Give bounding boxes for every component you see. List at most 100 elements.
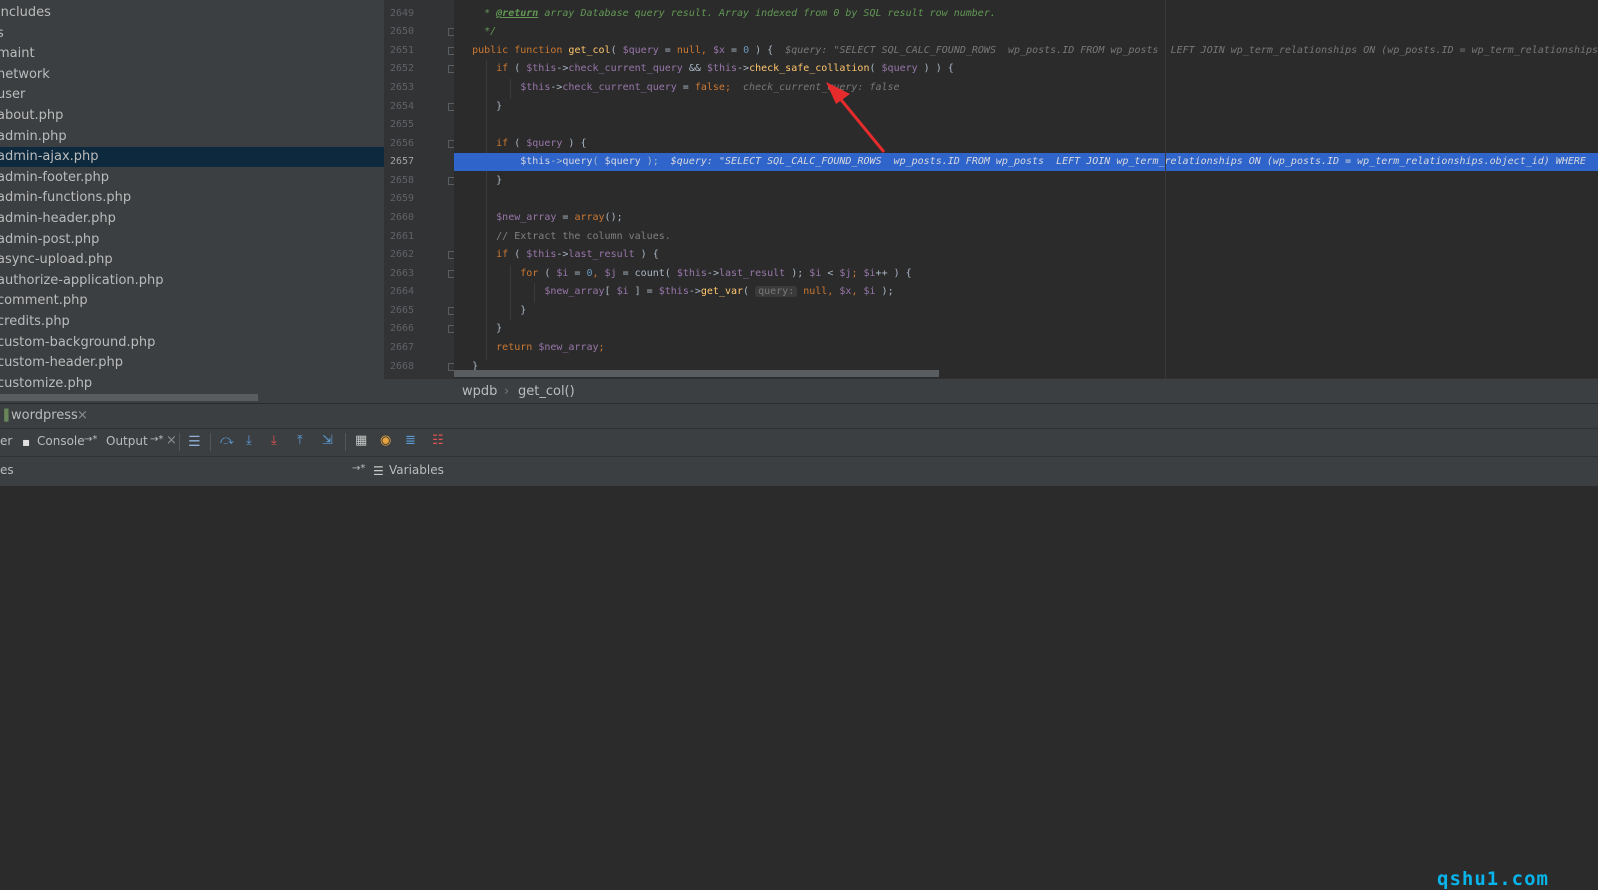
semicolon: ; — [598, 342, 605, 353]
line-number: 2654 — [390, 101, 415, 112]
paren: ) { — [562, 138, 587, 149]
paren: ( — [610, 45, 623, 56]
toolbar-divider — [345, 433, 346, 451]
show-execution-point-icon[interactable]: ☰ — [188, 434, 201, 450]
tab-output[interactable]: Output — [106, 434, 148, 448]
code-line-2650: */ — [454, 23, 1598, 41]
right-margin-guide — [1165, 0, 1166, 378]
line-number: 2659 — [390, 193, 415, 204]
variable-new-array: $new_array — [544, 286, 605, 297]
tree-item-admin-footer[interactable]: admin-footer.php — [0, 168, 384, 188]
tree-item-s[interactable]: s — [0, 24, 384, 44]
keyword-if: if — [496, 63, 509, 74]
code-line-2657-execution-point: $this->query( $query ); $query: "SELECT … — [454, 153, 1598, 171]
variable-x: $x — [839, 286, 852, 297]
breadcrumb: wpdb › get_col() — [384, 378, 1598, 404]
watch-icon[interactable]: ◉ — [380, 433, 391, 449]
tree-item-admin-functions[interactable]: admin-functions.php — [0, 188, 384, 208]
pin-tab-icon[interactable]: →* — [150, 434, 163, 445]
tree-item-label: comment.php — [0, 293, 88, 308]
tree-item-about[interactable]: about.php — [0, 106, 384, 126]
variable-this: $this — [658, 286, 689, 297]
code-line-2652: if ( $this->check_current_query && $this… — [454, 60, 1598, 78]
inline-debug-value: "SELECT SQL_CALC_FOUND_ROWS wp_posts.ID … — [833, 45, 1598, 56]
step-into-icon[interactable]: ⤓ — [246, 433, 252, 449]
tree-item-admin-header[interactable]: admin-header.php — [0, 209, 384, 229]
tab-debugger[interactable]: er — [0, 434, 12, 448]
debug-tool-window-header: ▐ wordpress × — [0, 403, 1598, 429]
code-line-2651: public function get_col( $query = null, … — [454, 42, 1598, 60]
tree-item-async-upload[interactable]: async-upload.php — [0, 250, 384, 270]
pin-panel-icon[interactable]: →* — [352, 463, 365, 474]
add-watch-icon[interactable]: ☷ — [432, 433, 444, 449]
arrow-op: -> — [737, 63, 750, 74]
variable-i: $i — [863, 268, 876, 279]
variable-this: $this — [520, 156, 551, 167]
close-tab-icon[interactable]: × — [166, 433, 177, 448]
comma: , — [827, 286, 840, 297]
code-editor[interactable]: * @return array Database query result. A… — [454, 0, 1598, 378]
variable-this: $this — [526, 63, 557, 74]
operator: = — [616, 268, 635, 279]
evaluate-expression-icon[interactable]: ▦ — [355, 433, 367, 449]
tree-item-admin-ajax-selected[interactable]: admin-ajax.php — [0, 147, 384, 167]
variable-i: $i — [863, 286, 876, 297]
debug-toolbar: er ▪ Console →* Output →* × ☰ ⤼ ⤓ ⤓ ⤒ ⇲ … — [0, 428, 1598, 890]
line-number: 2662 — [390, 249, 415, 260]
force-step-into-icon[interactable]: ⤓ — [271, 433, 277, 449]
variable-this: $this — [706, 63, 738, 74]
tree-item-includes[interactable]: includes — [0, 3, 384, 23]
parameter-hint: query: — [755, 286, 798, 297]
editor-horizontal-scrollbar[interactable] — [454, 370, 939, 377]
property: check_current_query — [562, 82, 677, 93]
tree-item-label: customize.php — [0, 376, 93, 391]
tree-item-custom-background[interactable]: custom-background.php — [0, 333, 384, 353]
tab-console[interactable]: Console — [37, 434, 85, 448]
inline-debug-var: $query: — [785, 45, 828, 56]
code-line-2653: $this->check_current_query = false; chec… — [454, 79, 1598, 97]
bracket: [ — [604, 286, 617, 297]
paren: ( — [538, 268, 557, 279]
tree-item-user[interactable]: user — [0, 85, 384, 105]
step-over-icon[interactable]: ⤼ — [220, 433, 234, 449]
breadcrumb-method[interactable]: get_col() — [518, 384, 575, 399]
method-name: get_var — [700, 286, 744, 297]
tree-item-label: includes — [0, 5, 51, 20]
paren: ( — [869, 63, 882, 74]
tree-item-label: admin-post.php — [0, 232, 100, 247]
run-to-cursor-icon[interactable]: ⇲ — [322, 433, 333, 449]
tree-item-maint[interactable]: maint — [0, 44, 384, 64]
tree-item-custom-header[interactable]: custom-header.php — [0, 353, 384, 373]
tree-item-authorize-application[interactable]: authorize-application.php — [0, 271, 384, 291]
breadcrumb-class[interactable]: wpdb — [462, 384, 497, 399]
tree-item-customize[interactable]: customize.php — [0, 374, 384, 394]
variable-i: $i — [616, 286, 629, 297]
sidebar-horizontal-scrollbar[interactable] — [0, 394, 258, 401]
method-name: check_safe_collation — [749, 63, 870, 74]
operator: < — [821, 268, 840, 279]
tree-item-comment[interactable]: comment.php — [0, 291, 384, 311]
tree-item-admin-post[interactable]: admin-post.php — [0, 230, 384, 250]
tree-item-label: about.php — [0, 108, 64, 123]
step-out-icon[interactable]: ⤒ — [297, 433, 303, 449]
tree-item-label: admin-ajax.php — [0, 149, 99, 164]
debug-session-name[interactable]: wordpress — [11, 408, 78, 423]
watermark: qshu1.com — [1437, 868, 1549, 890]
toolbar-divider — [210, 433, 211, 451]
tree-item-admin[interactable]: admin.php — [0, 127, 384, 147]
tree-item-network[interactable]: network — [0, 65, 384, 85]
tree-item-label: user — [0, 87, 26, 102]
keyword-false: false — [694, 82, 725, 93]
pin-tab-icon[interactable]: →* — [84, 434, 97, 445]
line-number-current: 2657 — [390, 156, 415, 167]
variable-i: $i — [809, 268, 822, 279]
keyword-if: if — [496, 249, 509, 260]
doc-close: */ — [484, 26, 497, 37]
paren: ( — [508, 138, 527, 149]
frames-list-icon[interactable]: ≣ — [405, 433, 416, 449]
variable-new-array: $new_array — [496, 212, 557, 223]
tree-item-credits[interactable]: credits.php — [0, 312, 384, 332]
paren: ); — [640, 156, 659, 167]
comma: , — [592, 268, 605, 279]
close-session-icon[interactable]: × — [77, 408, 88, 423]
